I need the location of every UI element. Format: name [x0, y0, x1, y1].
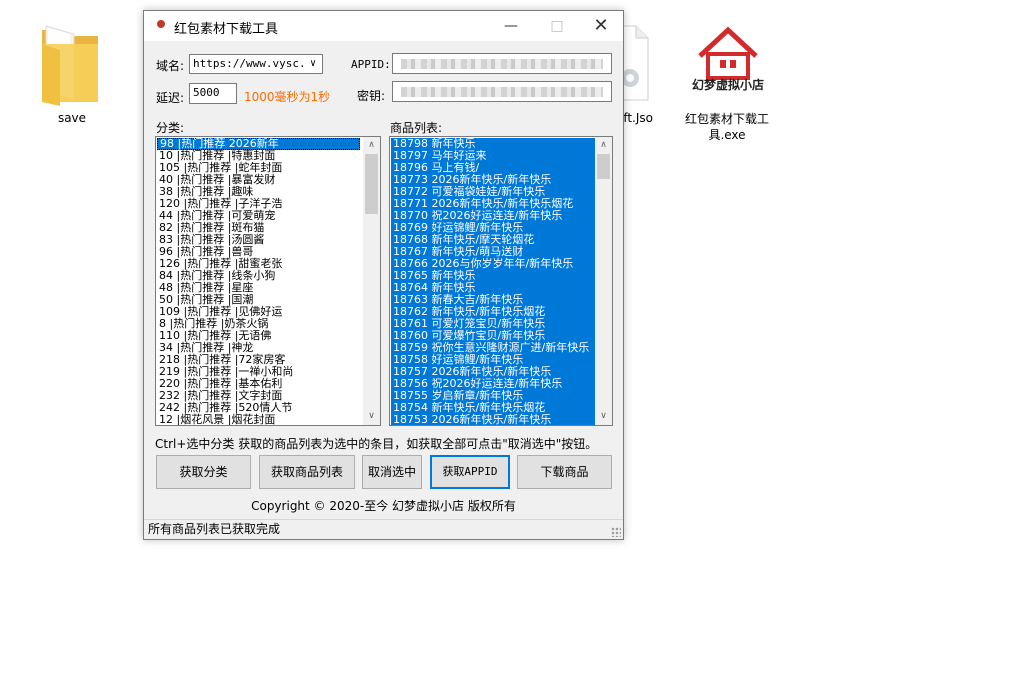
domain-select[interactable]: https://www.vysc.vi ∨: [189, 54, 323, 74]
secret-label: 密钥:: [357, 89, 386, 103]
delay-hint: 1000毫秒为1秒: [244, 90, 331, 104]
domain-value: https://www.vysc.vi: [193, 57, 319, 70]
category-items: 98 |热门推荐 2026新年 10 |热门推荐 |特惠封面 105 |热门推荐 |…: [157, 138, 360, 426]
appid-label: APPID:: [351, 58, 391, 71]
folder-icon[interactable]: [40, 22, 102, 106]
get-products-button[interactable]: 获取商品列表: [259, 455, 355, 489]
product-scrollbar[interactable]: ∧ ∨: [595, 137, 612, 425]
house-logo-icon[interactable]: 幻梦虚拟小店: [690, 22, 766, 102]
info-text: Ctrl+选中分类 获取的商品列表为选中的条目，如获取全部可点击"取消选中"按钮…: [155, 437, 598, 451]
appid-redacted: [401, 59, 603, 69]
download-button[interactable]: 下载商品: [517, 455, 612, 489]
close-icon[interactable]: ✕: [578, 11, 624, 41]
status-text: 所有商品列表已获取完成: [148, 522, 281, 536]
scroll-down-icon[interactable]: ∨: [363, 408, 380, 425]
resize-grip-icon[interactable]: [611, 527, 621, 537]
status-bar: 所有商品列表已获取完成: [144, 519, 623, 539]
desktop-item-save-label[interactable]: save: [52, 111, 92, 125]
appid-field[interactable]: [392, 53, 612, 74]
copyright-text: Copyright © 2020-至今 幻梦虚拟小店 版权所有: [251, 499, 516, 513]
product-label: 商品列表:: [390, 121, 443, 135]
scroll-down-icon[interactable]: ∨: [595, 408, 612, 425]
chevron-down-icon[interactable]: ∨: [306, 55, 320, 73]
product-items: 18798 新年快乐 18797 马年好运来 18796 马上有钱/18773 20…: [391, 138, 598, 425]
category-label: 分类:: [156, 121, 185, 135]
deselect-button[interactable]: 取消选中: [362, 455, 422, 489]
delay-field[interactable]: 5000: [189, 83, 237, 104]
house-logo-text: 幻梦虚拟小店: [691, 78, 764, 92]
scroll-up-icon[interactable]: ∧: [363, 137, 380, 154]
get-categories-button[interactable]: 获取分类: [156, 455, 251, 489]
secret-field[interactable]: [392, 81, 612, 102]
maximize-icon[interactable]: □: [534, 11, 580, 41]
category-listbox[interactable]: 98 |热门推荐 2026新年 10 |热门推荐 |特惠封面 105 |热门推荐 |…: [155, 136, 381, 426]
desktop-item-json-label[interactable]: oft.Jso l: [616, 111, 676, 139]
title-bar[interactable]: 红包素材下载工具 — □ ✕: [144, 11, 623, 41]
window-title: 红包素材下载工具: [174, 22, 279, 37]
category-scrollbar[interactable]: ∧ ∨: [363, 137, 380, 425]
secret-redacted: [401, 87, 603, 97]
scroll-thumb[interactable]: [597, 154, 610, 179]
domain-label: 域名:: [156, 59, 185, 73]
get-appid-button[interactable]: 获取APPID: [430, 455, 510, 489]
app-window: 红包素材下载工具 — □ ✕ 域名: https://www.vysc.vi ∨…: [143, 10, 624, 540]
scroll-up-icon[interactable]: ∧: [595, 137, 612, 154]
minimize-icon[interactable]: —: [488, 11, 534, 41]
product-item[interactable]: 18753 2026新年快乐/新年快乐: [391, 414, 598, 425]
product-listbox[interactable]: 18798 新年快乐 18797 马年好运来 18796 马上有钱/18773 20…: [389, 136, 613, 426]
app-icon: [157, 20, 165, 28]
scroll-thumb[interactable]: [365, 154, 378, 214]
delay-label: 延迟:: [156, 91, 185, 105]
category-item[interactable]: 12 |烟花风景 |烟花封面: [157, 414, 360, 426]
desktop-item-exe-label[interactable]: 红包素材下载工具.exe: [682, 111, 772, 143]
